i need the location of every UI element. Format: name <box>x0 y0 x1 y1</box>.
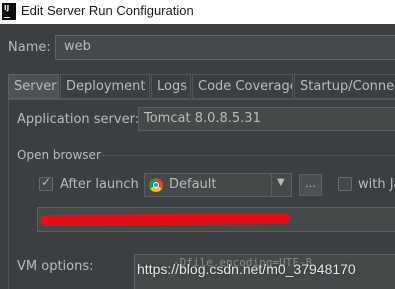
vm-options-label: VM options: <box>17 259 94 274</box>
section-divider <box>100 155 395 156</box>
with-javascript-debugger-checkbox[interactable] <box>338 177 352 191</box>
tab-deployment[interactable]: Deployment <box>60 74 150 99</box>
with-javascript-debugger-label: with Ja <box>358 177 395 192</box>
browser-url-field[interactable] <box>37 207 395 232</box>
tab-server[interactable]: Server <box>8 74 59 99</box>
name-label: Name: <box>8 40 51 55</box>
after-launch-label: After launch <box>60 177 139 192</box>
redaction-mark <box>39 212 291 227</box>
intellij-idea-icon: IJ <box>2 3 16 20</box>
open-browser-section-title: Open browser <box>17 148 101 162</box>
title-bar: IJ Edit Server Run Configuration <box>0 0 395 24</box>
browser-select-value: Default <box>169 177 217 192</box>
tab-code-coverage[interactable]: Code Coverage <box>192 74 293 99</box>
chrome-icon <box>149 178 163 192</box>
name-field[interactable]: web <box>55 35 395 60</box>
dropdown-arrow-icon[interactable]: ▼ <box>271 174 291 196</box>
application-server-select[interactable]: Tomcat 8.0.8.5.31 <box>138 107 395 131</box>
browser-settings-button[interactable]: ... <box>299 174 322 196</box>
browser-select[interactable]: Default ▼ <box>144 173 292 197</box>
checkmark-icon: ✓ <box>41 175 52 189</box>
window-title: Edit Server Run Configuration <box>21 3 194 18</box>
watermark: https://blog.csdn.net/m0_37948170 <box>137 261 356 277</box>
tab-logs[interactable]: Logs <box>151 74 191 99</box>
after-launch-checkbox[interactable]: ✓ <box>39 175 53 191</box>
application-server-label: Application server: <box>17 112 140 127</box>
tab-startup-connection[interactable]: Startup/Connection <box>294 74 395 99</box>
config-tabs: Server Deployment Logs Code Coverage Sta… <box>8 74 395 99</box>
